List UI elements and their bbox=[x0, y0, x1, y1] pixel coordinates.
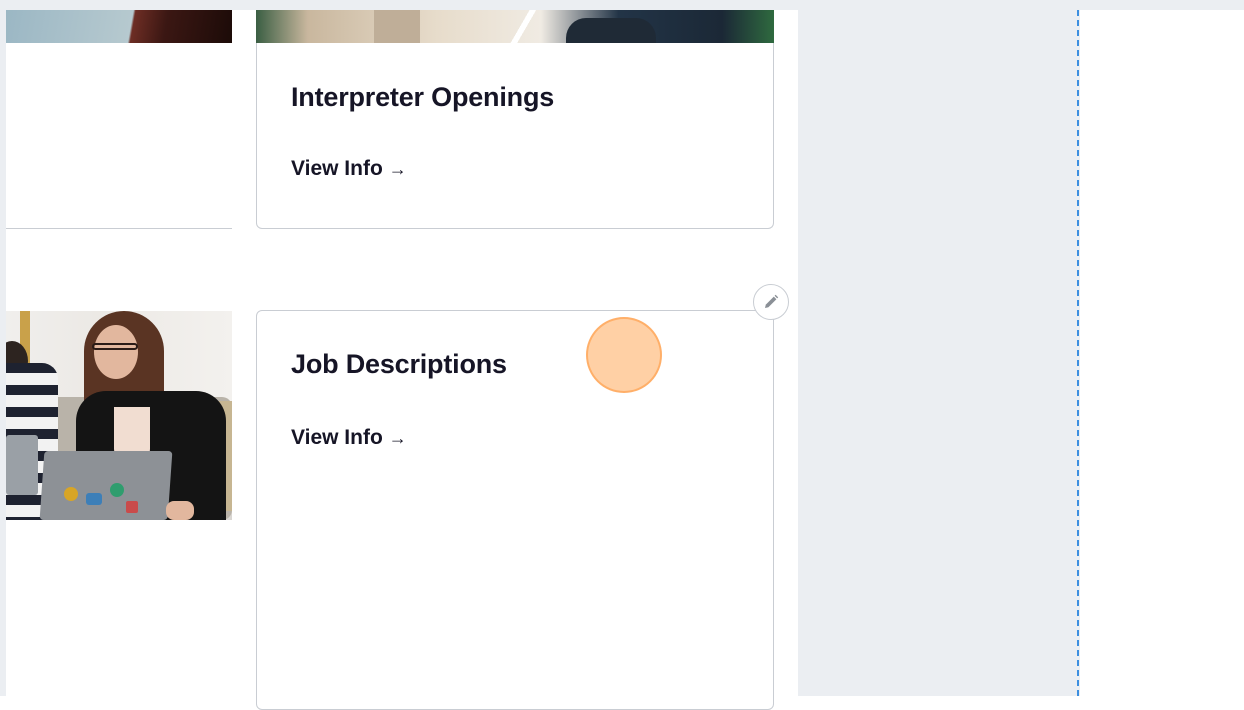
editor-canvas-margin bbox=[1080, 10, 1244, 696]
arrow-right-icon: → bbox=[388, 428, 407, 448]
link-label: View Info bbox=[291, 157, 383, 180]
arrow-right-icon: → bbox=[388, 159, 407, 179]
card-title: Interpreter Openings bbox=[291, 82, 555, 112]
view-info-link[interactable]: View Info → bbox=[291, 426, 407, 450]
card-job-descriptions[interactable]: Job Descriptions View Info → bbox=[256, 310, 774, 710]
card-interpreter-openings[interactable]: Interpreter Openings View Info → bbox=[256, 10, 774, 229]
left-card-image bbox=[6, 10, 232, 43]
card-title: Job Descriptions bbox=[291, 349, 507, 379]
click-indicator bbox=[586, 317, 662, 393]
left-card-partial[interactable] bbox=[6, 10, 232, 229]
card-image bbox=[256, 10, 774, 43]
view-info-link[interactable]: View Info → bbox=[291, 157, 407, 181]
layout-guide-line bbox=[1077, 10, 1079, 696]
edit-button[interactable] bbox=[753, 284, 789, 320]
editor-side-panel bbox=[798, 0, 1244, 696]
link-label: View Info bbox=[291, 426, 383, 449]
pencil-icon bbox=[765, 294, 779, 308]
left-photo-people-laptop bbox=[6, 311, 232, 520]
